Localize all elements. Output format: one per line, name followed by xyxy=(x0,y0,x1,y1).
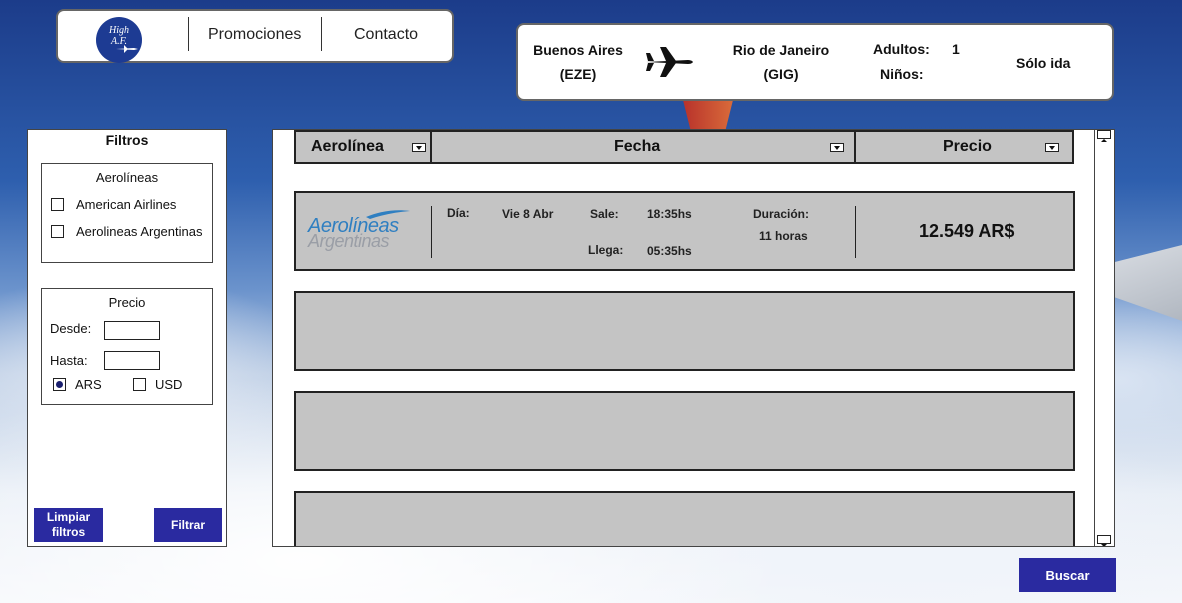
filters-panel: Filtros Aerolíneas American Airlines Aer… xyxy=(27,129,227,547)
checkbox-american-airlines[interactable] xyxy=(51,198,64,211)
usd-label: USD xyxy=(155,377,183,392)
american-airlines-label: American Airlines xyxy=(76,197,177,212)
sort-price-dropdown-icon[interactable] xyxy=(1045,143,1059,152)
nav-divider xyxy=(188,17,189,51)
radio-ars[interactable] xyxy=(53,378,66,391)
logo-line1: High xyxy=(109,25,129,36)
plane-logo-icon xyxy=(116,45,138,53)
clear-filters-button[interactable]: Limpiar filtros xyxy=(34,508,103,542)
flight-price: 12.549 AR$ xyxy=(919,221,1015,241)
origin-code: (EZE) xyxy=(559,66,597,82)
day-value: Vie 8 Abr xyxy=(502,207,554,221)
column-price-label: Precio xyxy=(943,138,992,155)
adults-value[interactable]: 1 xyxy=(952,41,960,57)
duration-label: Duración: xyxy=(753,207,810,221)
nav-divider xyxy=(321,17,322,51)
duration-value: 11 horas xyxy=(759,229,808,243)
destination-city: Rio de Janeiro xyxy=(732,42,830,58)
airplane-icon xyxy=(646,47,693,77)
sort-date-dropdown-icon[interactable] xyxy=(830,143,844,152)
day-label: Día: xyxy=(447,206,470,220)
filters-title: Filtros xyxy=(105,132,149,148)
scroll-down-icon[interactable] xyxy=(1097,535,1111,546)
children-label: Niños: xyxy=(880,66,924,82)
search-button[interactable]: Buscar xyxy=(1019,558,1116,592)
arrow-up-icon xyxy=(1101,139,1107,142)
aerolineas-argentinas-logo: Aerolíneas Argentinas xyxy=(308,209,416,251)
flight-result-card-empty[interactable] xyxy=(294,391,1075,471)
ars-label: ARS xyxy=(75,377,102,392)
column-price[interactable]: Precio xyxy=(854,130,1074,164)
checkbox-aerolineas-argentinas[interactable] xyxy=(51,225,64,238)
departs-value: 18:35hs xyxy=(647,207,692,221)
card-divider xyxy=(855,206,856,258)
flight-result-card-empty[interactable] xyxy=(294,291,1075,371)
price-to-input[interactable] xyxy=(104,351,160,370)
brand-logo[interactable]: High A.F. xyxy=(96,17,142,63)
radio-usd[interactable] xyxy=(133,378,146,391)
origin-city: Buenos Aires xyxy=(533,42,623,58)
adults-label: Adultos: xyxy=(873,41,930,57)
airline-logo-line2: Argentinas xyxy=(308,231,390,251)
results-panel: Aerolínea Fecha Precio Aerolíneas Argent… xyxy=(272,129,1115,547)
results-scrollbar[interactable] xyxy=(1094,130,1114,546)
nav-promociones-link[interactable]: Promociones xyxy=(208,26,301,44)
aerolineas-argentinas-label: Aerolineas Argentinas xyxy=(76,224,203,239)
column-date-label: Fecha xyxy=(614,138,661,155)
destination-code: (GIG) xyxy=(763,66,799,82)
nav-contacto-link[interactable]: Contacto xyxy=(354,26,418,44)
arrives-label: Llega: xyxy=(588,243,624,257)
origin: Buenos Aires (EZE) xyxy=(528,38,628,86)
price-filter-title: Precio xyxy=(108,295,146,310)
flight-result-card-empty[interactable] xyxy=(294,491,1075,546)
trip-summary: Buenos Aires (EZE) Rio de Janeiro (GIG) … xyxy=(516,23,1114,101)
arrow-down-icon xyxy=(1101,544,1107,546)
column-airline[interactable]: Aerolínea xyxy=(294,130,432,164)
airline-filter-title: Aerolíneas xyxy=(95,170,159,185)
flight-result-card[interactable]: Aerolíneas Argentinas Día: Vie 8 Abr Sal… xyxy=(294,191,1075,271)
sort-airline-dropdown-icon[interactable] xyxy=(412,143,426,152)
arrives-value: 05:35hs xyxy=(647,244,692,258)
from-label: Desde: xyxy=(50,321,92,336)
apply-filters-button[interactable]: Filtrar xyxy=(154,508,222,542)
column-airline-label: Aerolínea xyxy=(311,138,384,155)
to-label: Hasta: xyxy=(50,353,88,368)
airplane-tail-decoration xyxy=(683,100,733,130)
price-from-input[interactable] xyxy=(104,321,160,340)
airline-filter-group: Aerolíneas American Airlines Aerolineas … xyxy=(41,163,213,263)
destination: Rio de Janeiro (GIG) xyxy=(726,38,836,86)
column-date[interactable]: Fecha xyxy=(430,130,856,164)
price-filter-group: Precio Desde: Hasta: ARS USD xyxy=(41,288,213,405)
radio-selected-dot xyxy=(56,381,63,388)
scroll-up-icon[interactable] xyxy=(1097,130,1111,142)
top-navigation: High A.F. Promociones Contacto xyxy=(56,9,454,63)
departs-label: Sale: xyxy=(590,207,619,221)
card-divider xyxy=(431,206,432,258)
trip-type[interactable]: Sólo ida xyxy=(1016,55,1070,71)
airplane-wing-decoration xyxy=(1107,245,1182,321)
